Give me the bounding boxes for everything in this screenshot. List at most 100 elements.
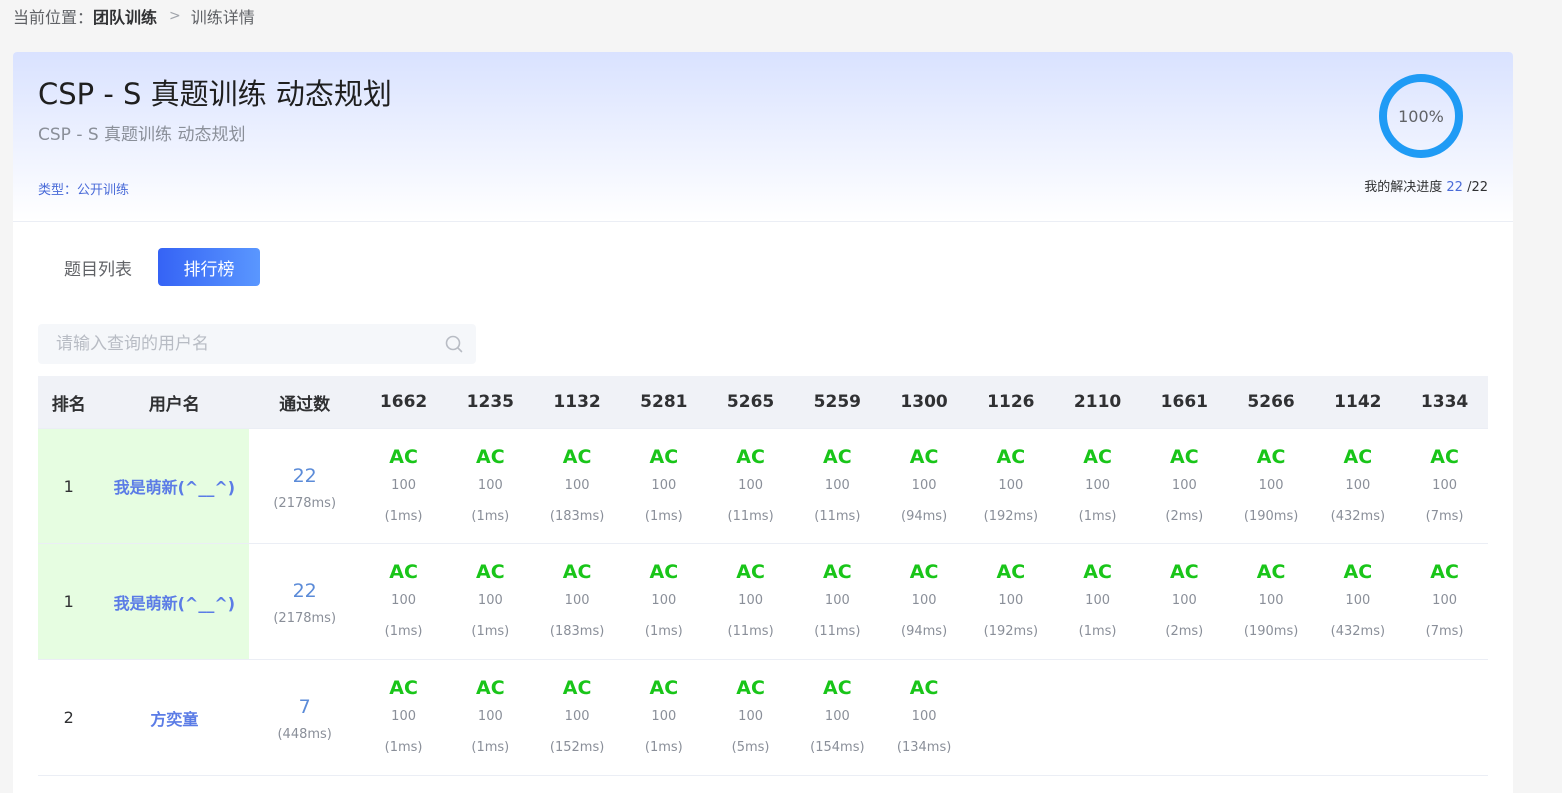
problem-result-cell[interactable]: AC 100 (2ms) bbox=[1141, 429, 1228, 543]
result-status: AC bbox=[649, 561, 679, 583]
search-box bbox=[38, 324, 476, 364]
header-problem-1142[interactable]: 1142 bbox=[1314, 392, 1401, 412]
result-time: (183ms) bbox=[549, 624, 605, 639]
problem-result-cell[interactable]: AC 100 (190ms) bbox=[1228, 544, 1315, 659]
table-row: 2 方奕童 7 (448ms) AC 100 (1ms) AC 100 (1ms) AC 100 (15… bbox=[38, 660, 1488, 776]
result-score: 100 bbox=[998, 593, 1024, 608]
result-status: AC bbox=[476, 677, 505, 699]
result-status: AC bbox=[562, 446, 592, 468]
username-link[interactable]: 我是萌新(^__^) bbox=[99, 544, 250, 659]
progress-percent: 100% bbox=[1398, 106, 1444, 126]
problem-result-cell[interactable]: AC 100 (1ms) bbox=[360, 544, 447, 659]
problem-result-cell[interactable]: AC 100 (432ms) bbox=[1314, 544, 1401, 659]
search-icon[interactable] bbox=[444, 334, 464, 354]
header-problem-1132[interactable]: 1132 bbox=[534, 392, 621, 412]
result-time: (1ms) bbox=[471, 509, 510, 524]
header-problem-5266[interactable]: 5266 bbox=[1228, 392, 1315, 412]
breadcrumb-team-training[interactable]: 团队训练 bbox=[93, 4, 157, 28]
result-score: 100 bbox=[651, 478, 677, 493]
problem-result-cell[interactable]: AC 100 (2ms) bbox=[1141, 544, 1228, 659]
problem-result-cell[interactable]: AC 100 (190ms) bbox=[1228, 429, 1315, 543]
training-card: CSP - S 真题训练 动态规划 CSP - S 真题训练 动态规划 类型：公… bbox=[13, 52, 1513, 793]
result-score: 100 bbox=[477, 593, 503, 608]
tab-ranking[interactable]: 排行榜 bbox=[158, 248, 260, 286]
tab-problem-list[interactable]: 题目列表 bbox=[38, 248, 158, 286]
problem-result-cell[interactable]: AC 100 (183ms) bbox=[534, 544, 621, 659]
result-score: 100 bbox=[1085, 478, 1110, 493]
header-problem-1300[interactable]: 1300 bbox=[881, 392, 968, 412]
table-row: 1 我是萌新(^__^) 22 (2178ms) AC 100 (1ms) AC 100 (1ms… bbox=[38, 429, 1488, 544]
table-header: 排名 用户名 通过数 1662 1235 1132 5281 5265 5259 1300 1… bbox=[38, 376, 1488, 429]
username-link[interactable]: 我是萌新(^__^) bbox=[99, 429, 250, 543]
result-status: AC bbox=[823, 446, 852, 468]
problem-result-cell[interactable]: AC 100 (11ms) bbox=[707, 544, 794, 659]
header-problem-5265[interactable]: 5265 bbox=[707, 392, 794, 412]
search-input[interactable] bbox=[38, 325, 428, 363]
result-status: AC bbox=[1083, 446, 1112, 468]
result-status: AC bbox=[909, 446, 939, 468]
problem-result-cell[interactable]: AC 100 (183ms) bbox=[534, 429, 621, 543]
header-problem-1235[interactable]: 1235 bbox=[447, 392, 534, 412]
problem-result-cell[interactable]: AC 100 (11ms) bbox=[794, 429, 881, 543]
problem-result-cell[interactable]: AC 100 (1ms) bbox=[1054, 544, 1141, 659]
result-score: 100 bbox=[1432, 593, 1457, 608]
header-problem-5259[interactable]: 5259 bbox=[794, 392, 881, 412]
type-value: 公开训练 bbox=[77, 183, 130, 198]
problem-result-cell[interactable]: AC 100 (94ms) bbox=[881, 429, 968, 543]
problem-result-cell[interactable]: AC 100 (152ms) bbox=[534, 660, 621, 775]
header-problem-1661[interactable]: 1661 bbox=[1141, 392, 1228, 412]
problem-result-cell[interactable]: AC 100 (1ms) bbox=[447, 429, 534, 543]
problem-result-cell[interactable]: AC 100 (11ms) bbox=[707, 429, 794, 543]
result-time: (7ms) bbox=[1425, 509, 1464, 524]
header-problem-5281[interactable]: 5281 bbox=[620, 392, 707, 412]
problem-result-cell[interactable]: AC 100 (1ms) bbox=[447, 544, 534, 659]
problem-result-cell[interactable]: AC 100 (7ms) bbox=[1401, 544, 1488, 659]
problem-result-cell[interactable]: AC 100 (1ms) bbox=[1054, 429, 1141, 543]
result-status: AC bbox=[736, 446, 765, 468]
header-problem-1334[interactable]: 1334 bbox=[1401, 392, 1488, 412]
problem-result-cell[interactable]: AC 100 (1ms) bbox=[620, 544, 707, 659]
username-link[interactable]: 方奕童 bbox=[99, 660, 249, 775]
breadcrumb-training-detail: 训练详情 bbox=[190, 8, 255, 27]
problem-result-cell bbox=[1141, 660, 1228, 775]
result-status: AC bbox=[736, 677, 765, 699]
problem-result-cell bbox=[1314, 660, 1401, 775]
problem-result-cell[interactable]: AC 100 (432ms) bbox=[1314, 429, 1401, 543]
problem-result-cell[interactable]: AC 100 (1ms) bbox=[360, 660, 447, 775]
result-status: AC bbox=[562, 677, 592, 699]
result-score: 100 bbox=[1345, 478, 1371, 493]
problem-result-cell[interactable]: AC 100 (134ms) bbox=[881, 660, 968, 775]
result-score: 100 bbox=[391, 478, 416, 493]
result-score: 100 bbox=[1258, 593, 1284, 608]
problem-result-cell[interactable]: AC 100 (1ms) bbox=[620, 429, 707, 543]
problem-result-cell[interactable]: AC 100 (1ms) bbox=[447, 660, 534, 775]
problem-result-cell[interactable]: AC 100 (1ms) bbox=[360, 429, 447, 543]
problem-result-cell bbox=[1401, 660, 1488, 775]
header-problem-1662[interactable]: 1662 bbox=[360, 392, 447, 412]
header-problem-2110[interactable]: 2110 bbox=[1054, 392, 1141, 412]
progress-label: 我的解决进度 bbox=[1364, 180, 1443, 195]
problem-result-cell[interactable]: AC 100 (7ms) bbox=[1401, 429, 1488, 543]
result-time: (432ms) bbox=[1330, 509, 1386, 524]
problem-result-cell[interactable]: AC 100 (11ms) bbox=[794, 544, 881, 659]
problem-result-cell[interactable]: AC 100 (154ms) bbox=[794, 660, 881, 775]
training-header: CSP - S 真题训练 动态规划 CSP - S 真题训练 动态规划 类型：公… bbox=[13, 52, 1513, 222]
result-time: (192ms) bbox=[983, 509, 1039, 524]
result-time: (11ms) bbox=[727, 624, 774, 639]
problem-result-cell[interactable]: AC 100 (5ms) bbox=[707, 660, 794, 775]
result-time: (190ms) bbox=[1243, 624, 1299, 639]
result-score: 100 bbox=[391, 593, 416, 608]
header-problem-1126[interactable]: 1126 bbox=[967, 392, 1054, 412]
problem-result-cell[interactable]: AC 100 (192ms) bbox=[967, 429, 1054, 543]
result-status: AC bbox=[1083, 561, 1112, 583]
problem-result-cell[interactable]: AC 100 (192ms) bbox=[967, 544, 1054, 659]
problem-result-cell[interactable]: AC 100 (94ms) bbox=[881, 544, 968, 659]
problem-result-cell[interactable]: AC 100 (1ms) bbox=[620, 660, 707, 775]
result-status: AC bbox=[909, 677, 939, 699]
breadcrumb-prefix: 当前位置： bbox=[13, 8, 94, 27]
result-status: AC bbox=[476, 446, 505, 468]
result-time: (1ms) bbox=[471, 624, 510, 639]
result-time: (2ms) bbox=[1165, 509, 1204, 524]
progress-ring: 100% bbox=[1377, 72, 1465, 160]
header-rank: 排名 bbox=[51, 394, 86, 415]
